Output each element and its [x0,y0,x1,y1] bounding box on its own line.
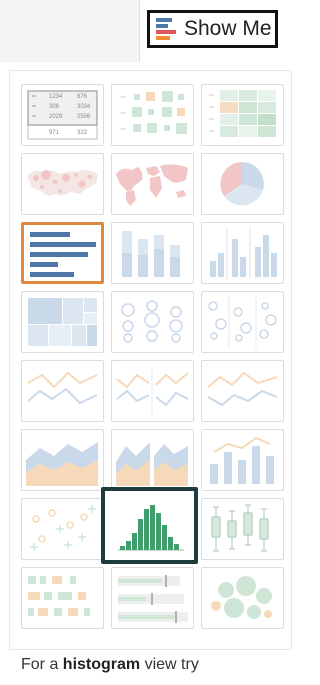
lines-discrete-icon [116,365,189,417]
chart-thumb-side-by-side-circles[interactable] [201,291,284,353]
show-me-button[interactable]: Show Me [147,10,278,48]
area-discrete-icon [116,442,188,486]
circle-views-icon [121,300,183,343]
chart-thumb-histogram[interactable] [101,487,198,564]
chart-thumb-box-and-whisker[interactable] [201,498,284,560]
chart-thumb-gantt-chart[interactable] [21,567,104,629]
chart-thumb-dual-combination[interactable] [201,429,284,491]
dual-combination-icon [210,436,274,484]
show-me-tab[interactable]: Show Me [140,0,304,62]
text-table-cell: 2029 [49,114,63,120]
chart-thumb-side-by-side-bars[interactable] [201,222,284,284]
heat-map-icon [120,91,187,134]
text-table-cell: 306 [49,104,60,110]
gantt-chart-icon [28,576,90,616]
chart-thumb-filled-map[interactable] [111,153,194,215]
chart-thumb-area-discrete[interactable] [111,429,194,491]
chart-thumb-horizontal-bars[interactable] [21,222,104,284]
text-table-cell: 971 [49,130,60,136]
chart-thumb-area-continuous[interactable] [21,429,104,491]
packed-bubbles-icon [211,576,272,619]
hint-text: For a histogram view try [21,656,199,674]
chart-thumb-lines-discrete[interactable] [111,360,194,422]
text-table-cell: 322 [77,130,88,136]
chart-thumb-stacked-bars[interactable] [111,222,194,284]
chart-thumb-pie-chart[interactable] [201,153,284,215]
text-table-cell: 3034 [77,104,91,110]
histogram-icon [118,505,184,551]
horizontal-bars-icon [30,232,96,277]
chart-thumb-text-table[interactable]: 1234 676 306 3034 2029 2506 971 322 [21,84,104,146]
hint-chart-name: histogram [62,656,141,673]
tab-strip-empty-area [0,0,140,62]
chart-thumb-symbol-map[interactable] [21,153,104,215]
show-me-panel: 1234 676 306 3034 2029 2506 971 322 For … [0,62,304,685]
text-table-cell: 2506 [77,114,91,120]
area-continuous-icon [26,442,98,486]
chart-thumb-circle-views[interactable] [111,291,194,353]
chart-thumb-bullet-graph[interactable] [111,567,194,629]
bullet-graph-icon [118,575,188,623]
hint-prefix: For a [21,656,63,673]
filled-map-icon [116,164,188,206]
chart-thumb-lines-continuous[interactable] [21,360,104,422]
text-table-icon: 1234 676 306 3034 2029 2506 971 322 [27,90,98,140]
hint-suffix: view try [140,656,199,673]
side-by-side-circles-icon [208,296,277,348]
chart-thumb-highlight-table[interactable] [201,84,284,146]
chart-thumb-dual-lines[interactable] [201,360,284,422]
text-table-cell: 1234 [49,94,63,100]
scatter-plot-icon [30,505,96,551]
show-me-bars-icon [156,17,178,41]
lines-continuous-icon [27,371,98,405]
chart-thumb-heat-map[interactable] [111,84,194,146]
chart-thumb-treemap[interactable] [21,291,104,353]
pie-chart-icon [220,162,264,206]
text-table-cell: 676 [77,94,88,100]
chart-thumb-scatter-plot[interactable] [21,498,104,560]
highlight-table-icon [209,90,276,137]
box-and-whisker-icon [211,504,269,552]
symbol-map-icon [27,170,98,196]
treemap-icon [28,298,97,346]
stacked-bars-icon [122,231,180,277]
chart-thumb-packed-bubbles[interactable] [201,567,284,629]
side-by-side-bars-icon [210,227,277,279]
dual-lines-icon [207,371,278,407]
show-me-label: Show Me [184,17,272,40]
